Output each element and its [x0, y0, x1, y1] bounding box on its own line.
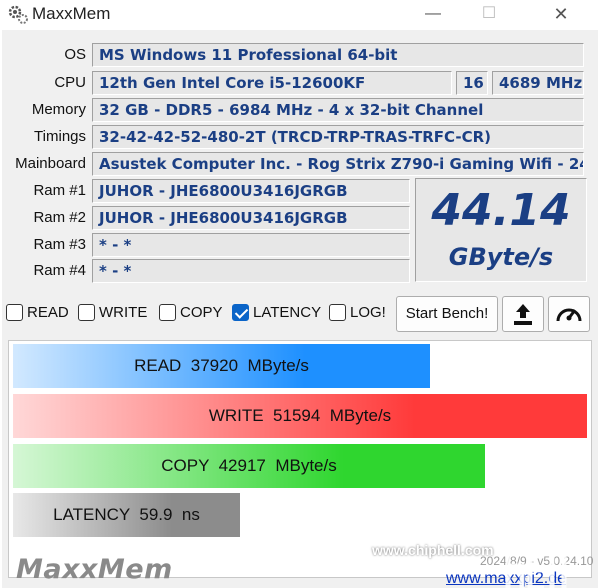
copy-bar: COPY 42917 MByte/s [13, 444, 485, 488]
latency-option-label: LATENCY [253, 304, 322, 321]
minimize-button[interactable]: — [410, 0, 456, 30]
cpu-threads-field: 16 [456, 71, 488, 95]
cpu-field: 12th Gen Intel Core i5-12600KF [92, 71, 452, 95]
ram1-field: JUHOR - JHE6800U3416JGRGB [92, 179, 410, 203]
write-result-text: WRITE 51594 MByte/s [208, 406, 392, 425]
ram1-label: Ram #1 [33, 182, 86, 199]
main-panel: OS MS Windows 11 Professional 64-bit CPU… [2, 30, 598, 588]
os-label: OS [64, 46, 86, 63]
log-checkbox[interactable] [329, 304, 346, 321]
latency-result-text: LATENCY 59.9 ns [53, 505, 200, 524]
write-option-label: WRITE [99, 304, 148, 321]
watermark-text: www.chiphell.com [372, 542, 494, 558]
read-option[interactable]: READ [6, 302, 74, 324]
ram4-label: Ram #4 [33, 262, 86, 279]
close-button[interactable]: ✕ [538, 0, 584, 30]
score-display: 44.14 GByte/s [415, 178, 587, 282]
upload-button[interactable] [502, 296, 544, 332]
score-value: 44.14 [431, 185, 571, 236]
read-checkbox[interactable] [6, 304, 23, 321]
read-result-text: READ 37920 MByte/s [134, 356, 309, 375]
write-option[interactable]: WRITE [78, 302, 154, 324]
ram3-field: * - * [92, 233, 410, 257]
score-unit: GByte/s [448, 243, 554, 271]
gauge-icon [556, 308, 582, 322]
copy-checkbox[interactable] [159, 304, 176, 321]
chiphell-watermark-logo [501, 502, 567, 588]
maximize-button[interactable]: ☐ [466, 0, 512, 30]
memory-field: 32 GB - DDR5 - 6984 MHz - 4 x 32-bit Cha… [92, 98, 584, 122]
maxxmem-logo: MaxxMem [16, 554, 173, 585]
ram3-label: Ram #3 [33, 236, 86, 253]
ram2-label: Ram #2 [33, 209, 86, 226]
log-option-label: LOG! [350, 304, 386, 321]
title-bar: MaxxMem — ☐ ✕ [0, 0, 598, 30]
ram2-field: JUHOR - JHE6800U3416JGRGB [92, 206, 410, 230]
gauge-button[interactable] [548, 296, 590, 332]
write-checkbox[interactable] [78, 304, 95, 321]
upload-icon [514, 304, 532, 325]
gear-app-icon [8, 5, 28, 24]
mainboard-field: Asustek Computer Inc. - Rog Strix Z790-i… [92, 152, 584, 176]
copy-option[interactable]: COPY [159, 302, 231, 324]
os-field: MS Windows 11 Professional 64-bit [92, 43, 584, 67]
ram4-field: * - * [92, 259, 410, 283]
latency-bar: LATENCY 59.9 ns [13, 493, 240, 537]
log-option[interactable]: LOG! [329, 302, 393, 324]
read-option-label: READ [27, 304, 69, 321]
timings-label: Timings [34, 128, 86, 145]
latency-option[interactable]: LATENCY [232, 302, 324, 324]
write-bar: WRITE 51594 MByte/s [13, 394, 587, 438]
copy-result-text: COPY 42917 MByte/s [161, 456, 337, 475]
cpu-clock-field: 4689 MHz [492, 71, 584, 95]
cpu-label: CPU [54, 74, 86, 91]
timings-field: 32-42-42-52-480-2T (TRCD-TRP-TRAS-TRFC-C… [92, 125, 584, 149]
window-title: MaxxMem [32, 4, 111, 23]
copy-option-label: COPY [180, 304, 223, 321]
memory-label: Memory [31, 101, 86, 118]
mainboard-label: Mainboard [15, 155, 86, 172]
read-bar: READ 37920 MByte/s [13, 344, 430, 388]
latency-checkbox[interactable] [232, 304, 249, 321]
start-bench-button[interactable]: Start Bench! [396, 296, 498, 332]
